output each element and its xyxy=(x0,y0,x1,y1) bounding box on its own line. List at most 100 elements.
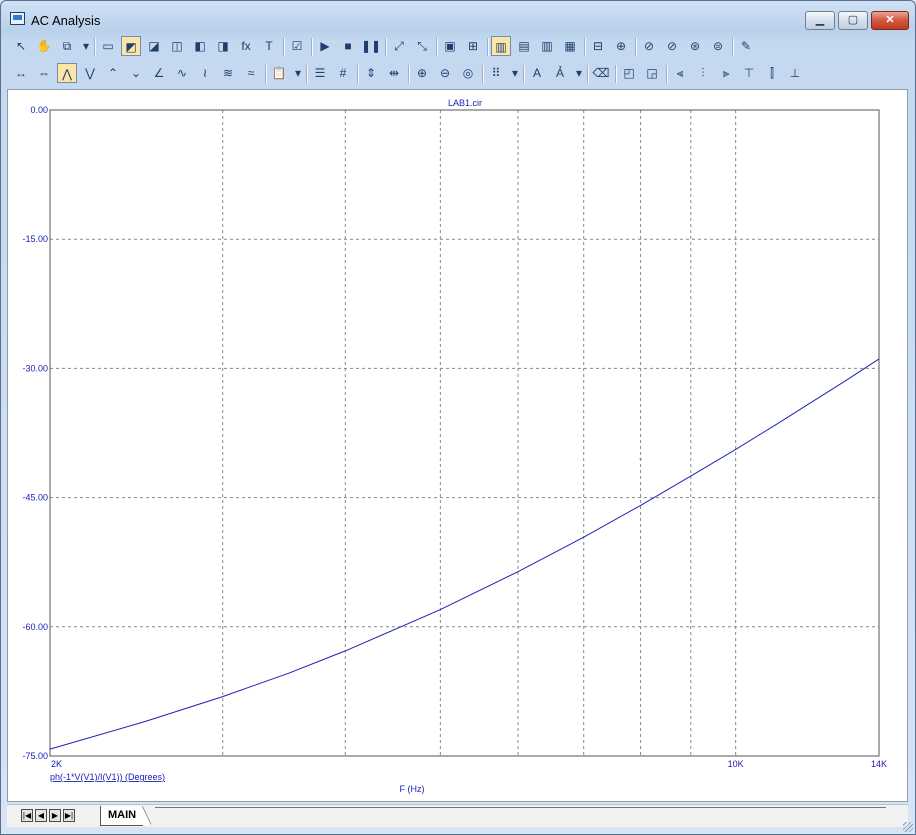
scale-icon-1[interactable]: ⤢ xyxy=(389,36,409,56)
toolbar-separator xyxy=(482,65,484,83)
text-tool-icon[interactable]: T xyxy=(259,36,279,56)
dropdown-arrow-4-icon[interactable]: ▾ xyxy=(573,63,585,83)
cursor-mode-icon-2[interactable]: ⇔ xyxy=(34,63,54,83)
inflection-icon-2[interactable]: ≀ xyxy=(195,63,215,83)
clipboard-icon[interactable]: 📋 xyxy=(269,63,289,83)
properties-icon[interactable]: ☑ xyxy=(287,36,307,56)
window-title: AC Analysis xyxy=(31,13,101,28)
sheet-tab-bar: |◀ ◀ ▶ ▶| MAIN xyxy=(7,804,908,827)
toolbar-separator xyxy=(587,65,589,83)
scale-icon-2[interactable]: ⤡ xyxy=(412,36,432,56)
pause-icon[interactable]: ❚❚ xyxy=(361,36,381,56)
copy-shapes-icon[interactable]: ⧉ xyxy=(57,36,77,56)
toolbar-separator xyxy=(306,65,308,83)
layout-icon-4[interactable]: ▦ xyxy=(560,36,580,56)
high-icon[interactable]: ⌃ xyxy=(103,63,123,83)
align-center-icon[interactable]: ⫶ xyxy=(693,63,713,83)
bring-front-icon[interactable]: ◰ xyxy=(619,63,639,83)
toolbar-top: ↖ ✋ ⧉ ▾ ▭ ◩ ◪ ◫ ◧ ◨ fx T ☑ ▶ ■ ❚❚ ⤢ ⤡ ▣ ⊞ ▥ ▤ ▥ ▦ ⊟ ⊕ ⊘ ⊘ ⊛ ⊜ ✎ xyxy=(7,34,909,60)
select-arrow-icon[interactable]: ↖ xyxy=(11,36,31,56)
graph-icon-2[interactable]: ◪ xyxy=(144,36,164,56)
horizontal-line-icon[interactable]: ⊟ xyxy=(588,36,608,56)
wave-icon-1[interactable]: ≋ xyxy=(218,63,238,83)
graph-icon-3[interactable]: ◫ xyxy=(167,36,187,56)
wave-icon-2[interactable]: ≈ xyxy=(241,63,261,83)
layout-icon-1[interactable]: ▥ xyxy=(491,36,511,56)
notes-icon[interactable]: ✎ xyxy=(736,36,756,56)
pan-hand-icon[interactable]: ✋ xyxy=(34,36,54,56)
toolbar-separator xyxy=(265,65,267,83)
toolbar-bottom: ↔ ⇔ ⋀ ⋁ ⌃ ⌄ ∠ ∿ ≀ ≋ ≈ 📋 ▾ ☰ # ⇕ ⇹ ⊕ ⊖ ◎ ⠿ ▾ A Ả ▾ ⌫ ◰ ◲ ⫷ ⫶ ⫸ ⊤ ⫿ ⊥ xyxy=(7,61,909,87)
dropdown-arrow-3-icon[interactable]: ▾ xyxy=(509,63,521,83)
phase-chart[interactable]: 0.00 -15.00 -30.00 -45.00 -60.00 -75.002K 10K 1… xyxy=(8,90,907,801)
legend-series-name[interactable]: ph(-1*V(V1)/I(V1)) (Degrees) xyxy=(50,772,165,782)
toolbar-separator xyxy=(523,65,525,83)
x-tick-label: 10K xyxy=(728,759,744,769)
toolbar-separator xyxy=(283,38,285,56)
align-left-icon[interactable]: ⫷ xyxy=(670,63,690,83)
zoom-out-icon[interactable]: ⊖ xyxy=(435,63,455,83)
crosshair-icon[interactable]: ⊕ xyxy=(611,36,631,56)
inflection-icon-1[interactable]: ∿ xyxy=(172,63,192,83)
graph-icon-1[interactable]: ◩ xyxy=(121,36,141,56)
ac-analysis-window: AC Analysis ▁ ▢ ✕ ↖ ✋ ⧉ ▾ ▭ ◩ ◪ ◫ ◧ ◨ fx T ☑ ▶ ■ ❚❚ ⤢ ⤡ ▣ ⊞… xyxy=(0,0,916,835)
align-bottom-icon[interactable]: ⊥ xyxy=(785,63,805,83)
axes: 0.00 -15.00 -30.00 -45.00 -60.00 -75.002K 10K 1… xyxy=(22,105,887,769)
graph-icon-5[interactable]: ◨ xyxy=(213,36,233,56)
zoom-in-icon[interactable]: ⊕ xyxy=(412,63,432,83)
function-icon[interactable]: fx xyxy=(236,36,256,56)
app-icon xyxy=(10,12,25,25)
nav-next-button[interactable]: ▶ xyxy=(49,809,61,822)
resize-grip[interactable] xyxy=(903,822,913,832)
fit-horizontal-icon[interactable]: ⇹ xyxy=(384,63,404,83)
tiles-icon[interactable]: ⠿ xyxy=(486,63,506,83)
plot-area[interactable]: 0.00 -15.00 -30.00 -45.00 -60.00 -75.00 2K 10K 1… xyxy=(7,89,908,802)
layout-icon-3[interactable]: ▥ xyxy=(537,36,557,56)
run-icon[interactable]: ▶ xyxy=(315,36,335,56)
x-axis-label: F (Hz) xyxy=(400,784,425,794)
zoom-100-icon[interactable]: ◎ xyxy=(458,63,478,83)
toolbar-separator xyxy=(732,38,734,56)
title-bar[interactable]: AC Analysis ▁ ▢ ✕ xyxy=(1,1,915,31)
grid-icon-1[interactable]: ▣ xyxy=(440,36,460,56)
probe-icon-4[interactable]: ⊜ xyxy=(708,36,728,56)
low-icon[interactable]: ⌄ xyxy=(126,63,146,83)
x-tick-label: 14K xyxy=(871,759,887,769)
valley-icon[interactable]: ⋁ xyxy=(80,63,100,83)
dropdown-arrow-icon[interactable]: ▾ xyxy=(80,36,92,56)
fit-vertical-icon[interactable]: ⇕ xyxy=(361,63,381,83)
toolbar-separator xyxy=(311,38,313,56)
phase-series-line xyxy=(49,358,880,750)
close-button[interactable]: ✕ xyxy=(871,11,909,30)
toolbar-separator xyxy=(385,38,387,56)
grid-icon-2[interactable]: ⊞ xyxy=(463,36,483,56)
graph-icon-4[interactable]: ◧ xyxy=(190,36,210,56)
nav-prev-button[interactable]: ◀ xyxy=(35,809,47,822)
font-icon[interactable]: A xyxy=(527,63,547,83)
minimize-button[interactable]: ▁ xyxy=(805,11,835,30)
send-back-icon[interactable]: ◲ xyxy=(642,63,662,83)
stop-icon[interactable]: ■ xyxy=(338,36,358,56)
slope-icon[interactable]: ∠ xyxy=(149,63,169,83)
align-right-icon[interactable]: ⫸ xyxy=(716,63,736,83)
probe-icon-1[interactable]: ⊘ xyxy=(639,36,659,56)
probe-icon-3[interactable]: ⊛ xyxy=(685,36,705,56)
layout-icon-2[interactable]: ▤ xyxy=(514,36,534,56)
font-style-icon[interactable]: Ả xyxy=(550,63,570,83)
nav-last-button[interactable]: ▶| xyxy=(63,809,75,822)
eraser-icon[interactable]: ⌫ xyxy=(591,63,611,83)
cursor-mode-icon-1[interactable]: ↔ xyxy=(11,63,31,83)
y-tick-label: -60.00 xyxy=(22,622,48,632)
nav-first-button[interactable]: |◀ xyxy=(21,809,33,822)
plot-window-icon[interactable]: ▭ xyxy=(98,36,118,56)
maximize-button[interactable]: ▢ xyxy=(838,11,868,30)
align-middle-icon[interactable]: ⫿ xyxy=(762,63,782,83)
align-top-icon[interactable]: ⊤ xyxy=(739,63,759,83)
list-icon[interactable]: ☰ xyxy=(310,63,330,83)
peak-icon[interactable]: ⋀ xyxy=(57,63,77,83)
tab-main[interactable]: MAIN xyxy=(100,806,152,826)
numeric-icon[interactable]: # xyxy=(333,63,353,83)
probe-icon-2[interactable]: ⊘ xyxy=(662,36,682,56)
toolbar-separator xyxy=(584,38,586,56)
dropdown-arrow-2-icon[interactable]: ▾ xyxy=(292,63,304,83)
